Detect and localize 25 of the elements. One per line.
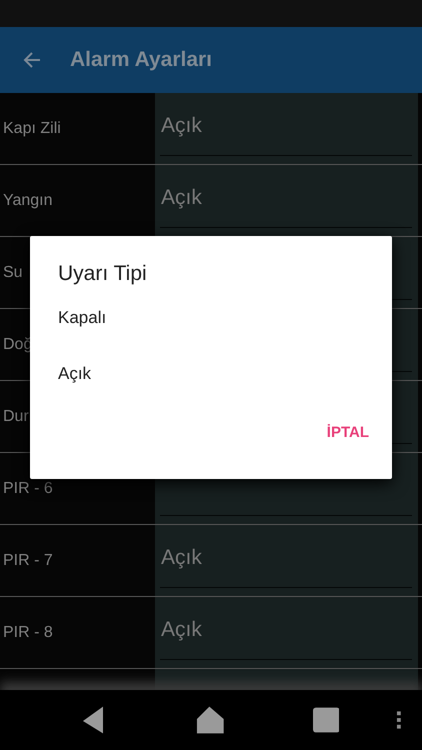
- dialog-option[interactable]: Kapalı: [58, 308, 364, 328]
- home-icon[interactable]: [196, 705, 225, 735]
- value-field[interactable]: Açık: [160, 114, 412, 156]
- list-row[interactable]: Yangın Açık: [0, 165, 422, 237]
- alarm-label: PIR - 8: [2, 624, 53, 642]
- list-row[interactable]: Kapı Zili Açık: [0, 93, 422, 165]
- cancel-button[interactable]: İPTAL: [326, 420, 369, 445]
- alarm-label: Yangın: [2, 192, 53, 210]
- back-icon[interactable]: [82, 705, 105, 735]
- value-field[interactable]: Açık: [160, 618, 412, 660]
- alarm-label: Dur: [2, 408, 29, 426]
- alarm-label: PIR - 7: [2, 552, 53, 570]
- alarm-label: Kapı Zili: [2, 120, 61, 138]
- recents-icon[interactable]: [312, 707, 340, 733]
- dialog-title: Uyarı Tipi: [58, 262, 148, 286]
- dialog-option[interactable]: Açık: [58, 364, 364, 384]
- list-row[interactable]: PIR - 7 Açık: [0, 525, 422, 597]
- screen-title: Alarm Ayarları: [70, 48, 212, 72]
- more-icon[interactable]: [396, 710, 402, 730]
- alarm-label: Su: [2, 264, 23, 282]
- alarm-label: PIR - 6: [2, 480, 53, 498]
- value-field[interactable]: Açık: [160, 546, 412, 588]
- value-field[interactable]: Açık: [160, 186, 412, 228]
- list-row[interactable]: PIR - 8 Açık: [0, 597, 422, 669]
- back-arrow-icon[interactable]: [22, 50, 42, 70]
